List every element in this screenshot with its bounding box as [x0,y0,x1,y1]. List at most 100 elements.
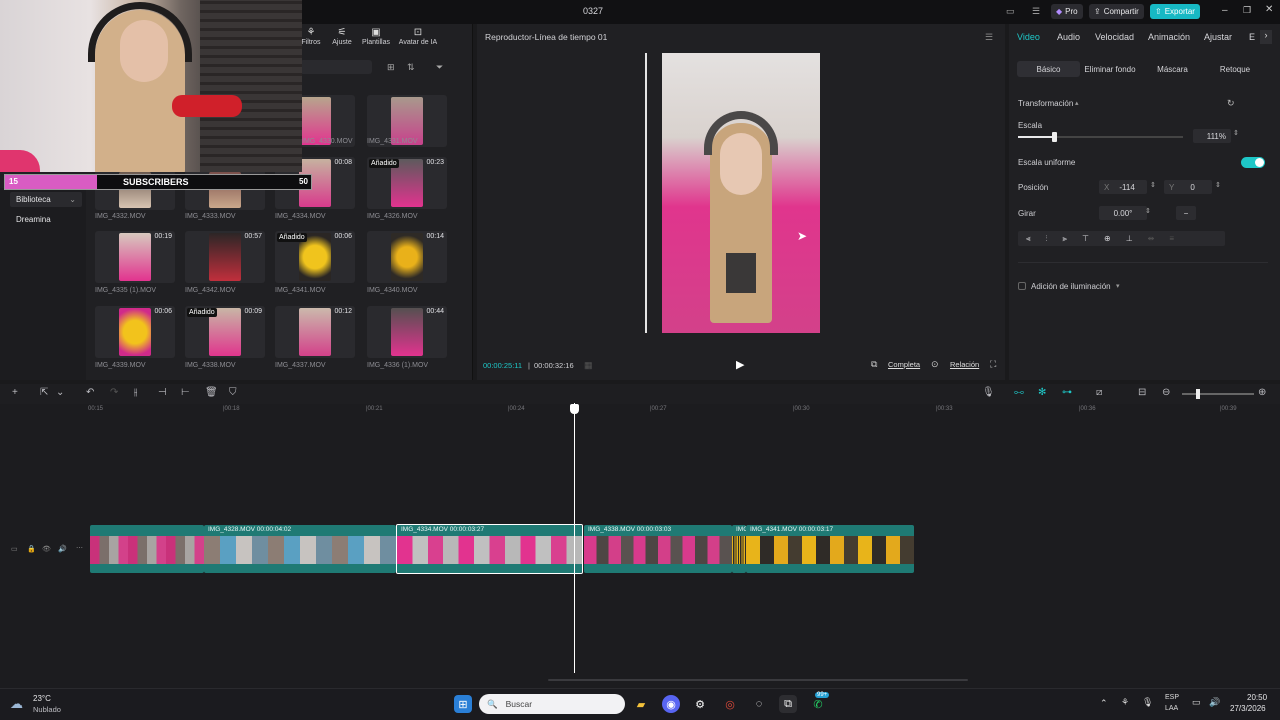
align-top-icon[interactable]: ⊤ [1082,234,1089,243]
media-thumb[interactable]: Añadido 00:23 [367,157,447,209]
layout-icon[interactable]: ▭ [1006,6,1015,17]
export-button[interactable]: ⇧ Exportar [1150,4,1200,19]
caret-up-icon[interactable]: ▴ [1075,99,1079,107]
microphone-icon[interactable]: 🎙 [982,387,995,398]
split-view-icon[interactable]: ⧄ [1096,387,1102,398]
share-button[interactable]: ⇪ Compartir [1089,4,1144,19]
scale-input[interactable]: 111% [1193,129,1231,143]
tab-audio[interactable]: Audio [1057,32,1080,42]
menu-icon[interactable]: ☰ [1032,6,1040,17]
sort-icon[interactable]: ⇅ [407,62,415,73]
close-icon[interactable]: ✕ [1265,4,1273,15]
cover-icon[interactable]: ▭ [11,545,18,553]
maximize-icon[interactable]: ❐ [1243,5,1251,16]
align-middle-icon[interactable]: ⊕ [1104,234,1111,243]
split-right-icon[interactable]: ⊢ [181,387,190,398]
subtab-retouch[interactable]: Retoque [1205,61,1265,77]
timeline-clip[interactable]: IMG_4328.MOV 00:00:04:02 [204,525,396,573]
select-tool-icon[interactable]: ⇱ [40,387,48,398]
windows-start-icon[interactable]: ⊞ [454,695,472,713]
align-left-icon[interactable]: ⫷ [1026,234,1031,244]
play-button[interactable]: ▶ [736,358,744,371]
timeline-clip[interactable]: IMG [732,525,746,573]
rotate-flip-button[interactable]: − [1176,206,1196,220]
subtab-basic[interactable]: Básico [1017,61,1080,77]
position-y-input[interactable]: Y0 [1164,180,1212,194]
complete-button[interactable]: Completa [888,360,920,369]
grid-view-icon[interactable]: ⊞ [387,62,395,73]
stepper-icon[interactable]: ⇕ [1215,181,1221,189]
sidebar-item-library[interactable]: Biblioteca ⌄ [10,192,82,207]
zoom-slider[interactable] [1182,389,1254,399]
delete-icon[interactable]: 🗑 [205,387,218,398]
align-right-icon[interactable]: ⫸ [1063,234,1068,244]
monitor-icon[interactable]: ▭ [1192,697,1201,708]
tab-speed[interactable]: Velocidad [1095,32,1134,42]
language-secondary[interactable]: LAA [1165,705,1178,712]
steam-icon[interactable]: ⚙ [691,695,709,713]
frame-grid-icon[interactable]: ▦ [584,360,593,371]
discord-icon[interactable]: ◉ [662,695,680,713]
filter-dropdown-icon[interactable]: ⏷ [436,62,443,73]
chevron-right-icon[interactable]: › [1260,30,1272,44]
media-search-input[interactable] [300,60,372,74]
media-thumb[interactable]: 00:06 [95,306,175,358]
tab-video[interactable]: Video [1017,32,1040,42]
file-explorer-icon[interactable]: ▰ [632,695,650,713]
media-thumb[interactable]: 00:19 [95,231,175,283]
align-bottom-icon[interactable]: ⊥ [1126,234,1133,243]
align-center-icon[interactable]: ⫶ [1046,234,1048,244]
eye-icon[interactable]: 👁 [42,545,51,553]
media-thumb[interactable]: Añadido 00:09 [185,306,265,358]
position-x-input[interactable]: X -114 [1099,180,1147,194]
media-thumb[interactable]: Añadido 00:06 [275,231,355,283]
more-icon[interactable]: ⋯ [76,544,83,552]
tool-templates[interactable]: ▣ Plantillas [357,27,395,51]
speaker-icon[interactable]: 🔊 [58,545,67,553]
tab-animation[interactable]: Animación [1148,32,1190,42]
screenshot-icon[interactable]: ⊙ [931,359,939,370]
reset-icon[interactable]: ↻ [1227,98,1235,109]
rotate-input[interactable]: 0.00° [1099,206,1147,220]
zoom-slider-handle[interactable] [1196,389,1200,399]
timeline-clip[interactable]: IMG_4341.MOV 00:00:03:17 [746,525,914,573]
language-primary[interactable]: ESP [1165,694,1179,701]
link-icon[interactable]: ⧟ [1014,387,1024,398]
preview-axis-icon[interactable]: ⊟ [1138,387,1146,398]
tool-adjust[interactable]: ⚟ Ajuste [323,27,361,51]
chevron-down-icon[interactable]: ⌄ [56,387,64,398]
player-menu-icon[interactable]: ☰ [985,32,993,43]
chevron-up-icon[interactable]: ⌃ [1100,698,1108,709]
caret-down-icon[interactable]: ▾ [1116,282,1120,290]
stepper-icon[interactable]: ⇕ [1145,207,1151,215]
stepper-icon[interactable]: ⇕ [1233,129,1239,137]
uniform-scale-toggle[interactable] [1241,157,1265,168]
media-thumb[interactable]: 00:44 [367,306,447,358]
minimize-icon[interactable]: – [1222,5,1228,16]
timeline-clip[interactable] [90,525,204,573]
mic-tray-icon[interactable]: 🎙 [1142,697,1153,708]
zoom-out-icon[interactable]: ⊖ [1162,387,1170,398]
chrome-icon[interactable]: ◎ [721,695,739,713]
pro-button[interactable]: ◆ Pro [1051,4,1083,19]
scale-slider-handle[interactable] [1052,132,1058,142]
add-track-icon[interactable]: + [12,387,18,398]
taskbar-search-input[interactable]: 🔍 Buscar [479,694,625,714]
network-icon[interactable]: ⚘ [1121,697,1129,708]
obs-icon[interactable]: ◌ [750,695,768,713]
tool-ai-avatar[interactable]: ⊡ Avatar de IA [397,27,439,51]
undo-icon[interactable]: ↶ [86,387,94,398]
capcut-icon[interactable]: ⧉ [779,695,797,713]
magnet-icon[interactable]: ✻ [1038,387,1046,398]
media-thumb[interactable]: 00:57 [185,231,265,283]
volume-icon[interactable]: 🔊 [1209,697,1220,708]
split-left-icon[interactable]: ⊣ [158,387,167,398]
ratio-button[interactable]: Relación [950,360,979,369]
timeline-clip[interactable]: IMG_4338.MOV 00:00:03:03 [584,525,732,573]
sidebar-item-dreamina[interactable]: Dreamina [10,212,82,227]
zoom-in-icon[interactable]: ⊕ [1258,387,1266,398]
crop-icon[interactable]: ⧉ [871,359,877,370]
lighting-checkbox[interactable] [1018,282,1026,290]
lock-icon[interactable]: 🔒 [27,545,36,553]
split-icon[interactable]: ⫲ [134,387,137,398]
